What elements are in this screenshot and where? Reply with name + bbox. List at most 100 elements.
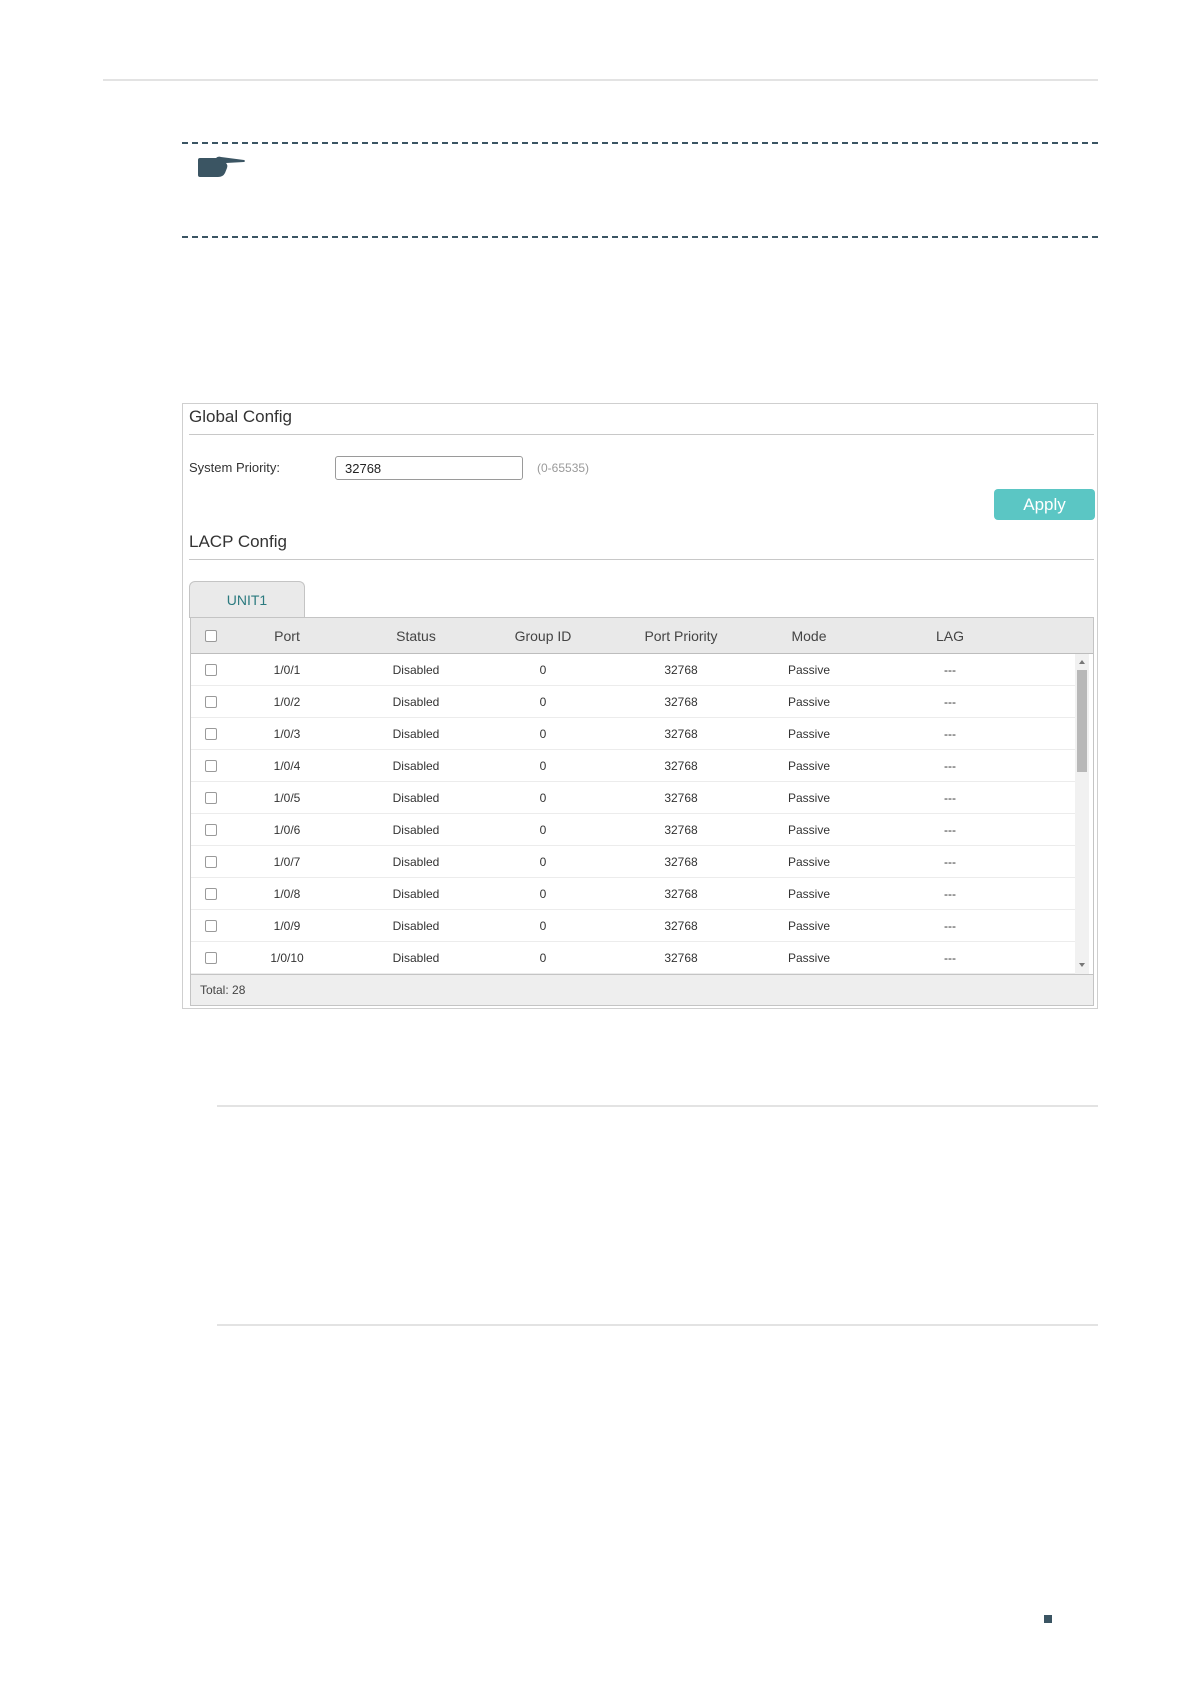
cell-lag: --- (944, 695, 956, 709)
table-row[interactable]: 1/0/8 Disabled 0 32768 Passive --- (191, 878, 1075, 910)
row-checkbox[interactable] (205, 920, 217, 932)
table-row[interactable]: 1/0/7 Disabled 0 32768 Passive --- (191, 846, 1075, 878)
cell-lag: --- (944, 855, 956, 869)
cell-group-id: 0 (539, 695, 547, 709)
cell-group-id: 0 (539, 887, 547, 901)
note-border-bottom (182, 236, 1098, 238)
row-checkbox[interactable] (205, 792, 217, 804)
cell-port: 1/0/6 (273, 823, 301, 837)
cell-port: 1/0/1 (273, 663, 301, 677)
global-config-title: Global Config (189, 407, 293, 426)
scrollbar-thumb[interactable] (1077, 670, 1087, 772)
cell-status: Disabled (392, 727, 440, 741)
cell-status: Disabled (392, 663, 440, 677)
cell-mode: Passive (787, 759, 831, 773)
apply-button[interactable]: Apply (994, 489, 1095, 520)
cell-port-priority: 32768 (664, 791, 698, 805)
cell-port-priority: 32768 (664, 663, 698, 677)
scroll-down-arrow-icon[interactable] (1079, 963, 1085, 967)
cell-lag: --- (944, 951, 956, 965)
pointing-hand-icon (198, 156, 245, 177)
cell-port: 1/0/3 (273, 727, 301, 741)
row-checkbox[interactable] (205, 888, 217, 900)
cell-group-id: 0 (539, 663, 547, 677)
total-count: Total: 28 (200, 983, 246, 997)
column-header-port[interactable]: Port (227, 618, 347, 654)
cell-mode: Passive (787, 919, 831, 933)
table-row[interactable]: 1/0/9 Disabled 0 32768 Passive --- (191, 910, 1075, 942)
cell-mode: Passive (787, 823, 831, 837)
table-footer (191, 974, 1093, 1005)
cell-mode: Passive (787, 887, 831, 901)
cell-mode: Passive (787, 727, 831, 741)
cell-status: Disabled (392, 887, 440, 901)
note-border-top (182, 142, 1098, 144)
table-row[interactable]: 1/0/6 Disabled 0 32768 Passive --- (191, 814, 1075, 846)
row-checkbox[interactable] (205, 952, 217, 964)
global-config-divider (189, 434, 1094, 435)
cell-group-id: 0 (539, 855, 547, 869)
cell-port: 1/0/2 (273, 695, 301, 709)
cell-group-id: 0 (539, 951, 547, 965)
cell-group-id: 0 (539, 791, 547, 805)
cell-status: Disabled (392, 791, 440, 805)
cell-mode: Passive (787, 663, 831, 677)
table-body: 1/0/1 Disabled 0 32768 Passive --- 1/0/2… (191, 654, 1075, 974)
cell-lag: --- (944, 919, 956, 933)
cell-lag: --- (944, 663, 956, 677)
cell-group-id: 0 (539, 823, 547, 837)
table-row[interactable]: 1/0/3 Disabled 0 32768 Passive --- (191, 718, 1075, 750)
lacp-config-title: LACP Config (189, 532, 287, 551)
cell-lag: --- (944, 727, 956, 741)
table-row[interactable]: 1/0/10 Disabled 0 32768 Passive --- (191, 942, 1075, 974)
system-priority-input[interactable] (335, 456, 523, 480)
lacp-config-divider (189, 559, 1094, 560)
cell-status: Disabled (392, 951, 440, 965)
cell-mode: Passive (787, 695, 831, 709)
page-top-divider (103, 79, 1098, 81)
cell-port: 1/0/8 (273, 887, 301, 901)
cell-port-priority: 32768 (664, 695, 698, 709)
column-header-port-priority[interactable]: Port Priority (611, 618, 751, 654)
cell-status: Disabled (392, 855, 440, 869)
section-divider-bottom (217, 1324, 1098, 1326)
cell-port: 1/0/10 (270, 951, 304, 965)
cell-port-priority: 32768 (664, 855, 698, 869)
cell-port: 1/0/4 (273, 759, 301, 773)
column-header-mode[interactable]: Mode (749, 618, 869, 654)
row-checkbox[interactable] (205, 664, 217, 676)
column-header-status[interactable]: Status (356, 618, 476, 654)
select-all-checkbox[interactable] (205, 630, 217, 642)
cell-group-id: 0 (539, 727, 547, 741)
cell-mode: Passive (787, 791, 831, 805)
cell-port-priority: 32768 (664, 823, 698, 837)
scroll-up-arrow-icon[interactable] (1079, 660, 1085, 664)
column-header-group-id[interactable]: Group ID (483, 618, 603, 654)
cell-group-id: 0 (539, 919, 547, 933)
table-row[interactable]: 1/0/4 Disabled 0 32768 Passive --- (191, 750, 1075, 782)
cell-mode: Passive (787, 951, 831, 965)
table-row[interactable]: 1/0/1 Disabled 0 32768 Passive --- (191, 654, 1075, 686)
row-checkbox[interactable] (205, 824, 217, 836)
row-checkbox[interactable] (205, 728, 217, 740)
cell-port-priority: 32768 (664, 951, 698, 965)
cell-mode: Passive (787, 855, 831, 869)
column-header-lag[interactable]: LAG (890, 618, 1010, 654)
tab-unit1[interactable]: UNIT1 (189, 581, 305, 618)
row-checkbox[interactable] (205, 696, 217, 708)
row-checkbox[interactable] (205, 856, 217, 868)
cell-port-priority: 32768 (664, 919, 698, 933)
row-checkbox[interactable] (205, 760, 217, 772)
cell-port: 1/0/5 (273, 791, 301, 805)
table-row[interactable]: 1/0/5 Disabled 0 32768 Passive --- (191, 782, 1075, 814)
cell-lag: --- (944, 823, 956, 837)
table-row[interactable]: 1/0/2 Disabled 0 32768 Passive --- (191, 686, 1075, 718)
page-marker-square (1044, 1615, 1052, 1623)
section-divider-top (217, 1105, 1098, 1107)
cell-status: Disabled (392, 919, 440, 933)
system-priority-label: System Priority: (189, 460, 281, 475)
cell-port-priority: 32768 (664, 887, 698, 901)
system-priority-range: (0-65535) (537, 461, 590, 475)
cell-group-id: 0 (539, 759, 547, 773)
cell-port-priority: 32768 (664, 727, 698, 741)
